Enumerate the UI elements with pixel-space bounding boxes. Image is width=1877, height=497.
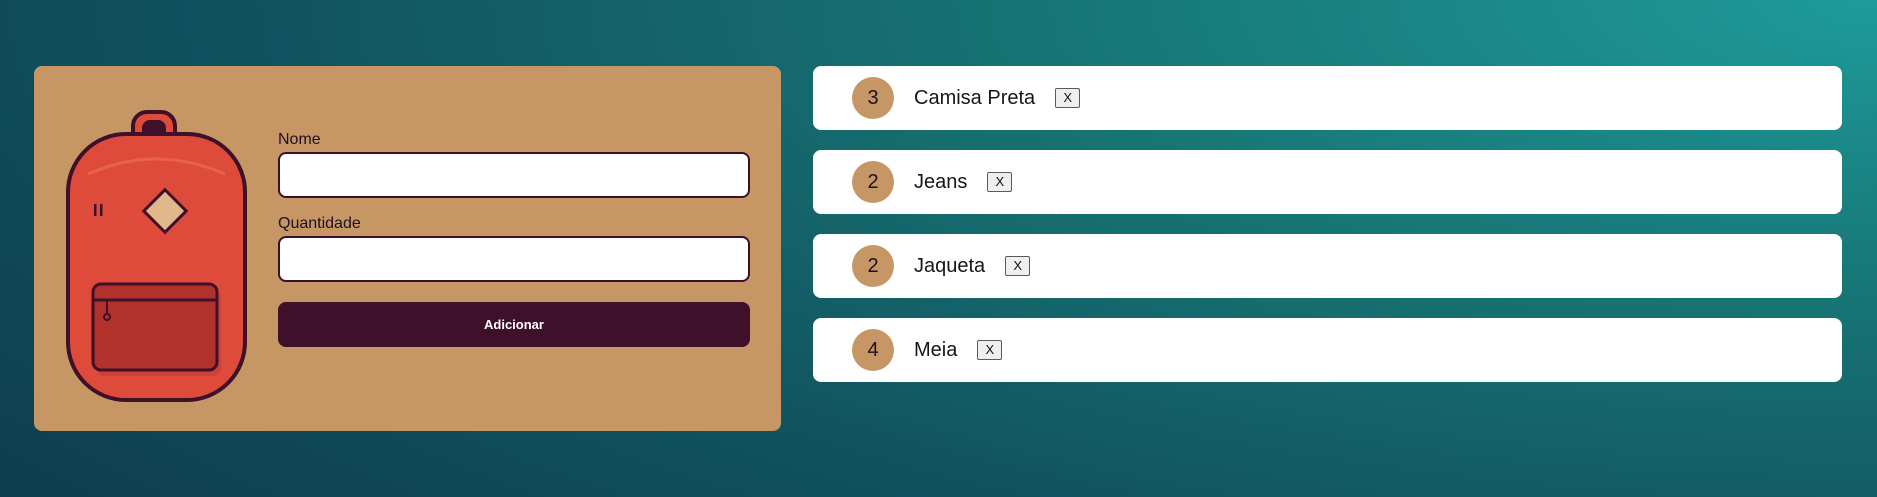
list-item: 4 Meia X [813,318,1842,382]
name-label: Nome [278,131,321,148]
items-list: 3 Camisa Preta X 2 Jeans X 2 Jaqueta X 4… [813,66,1842,402]
remove-item-button[interactable]: X [1055,88,1081,108]
quantity-badge: 4 [852,329,894,371]
remove-item-button[interactable]: X [977,340,1003,360]
item-name: Jeans [914,170,968,193]
backpack-icon [66,110,247,402]
quantity-badge: 3 [852,77,894,119]
add-item-form-panel: Nome Quantidade Adicionar [34,66,781,431]
quantity-label: Quantidade [278,215,361,232]
item-name: Meia [914,338,958,361]
list-item: 3 Camisa Preta X [813,66,1842,130]
item-name: Jaqueta [914,254,986,277]
list-item: 2 Jaqueta X [813,234,1842,298]
item-name: Camisa Preta [914,86,1036,109]
list-item: 2 Jeans X [813,150,1842,214]
remove-item-button[interactable]: X [987,172,1013,192]
add-button[interactable]: Adicionar [278,302,750,347]
quantity-badge: 2 [852,245,894,287]
quantity-badge: 2 [852,161,894,203]
quantity-input[interactable] [278,236,750,282]
name-input[interactable] [278,152,750,198]
remove-item-button[interactable]: X [1005,256,1031,276]
form-fields: Nome Quantidade Adicionar [278,130,750,347]
